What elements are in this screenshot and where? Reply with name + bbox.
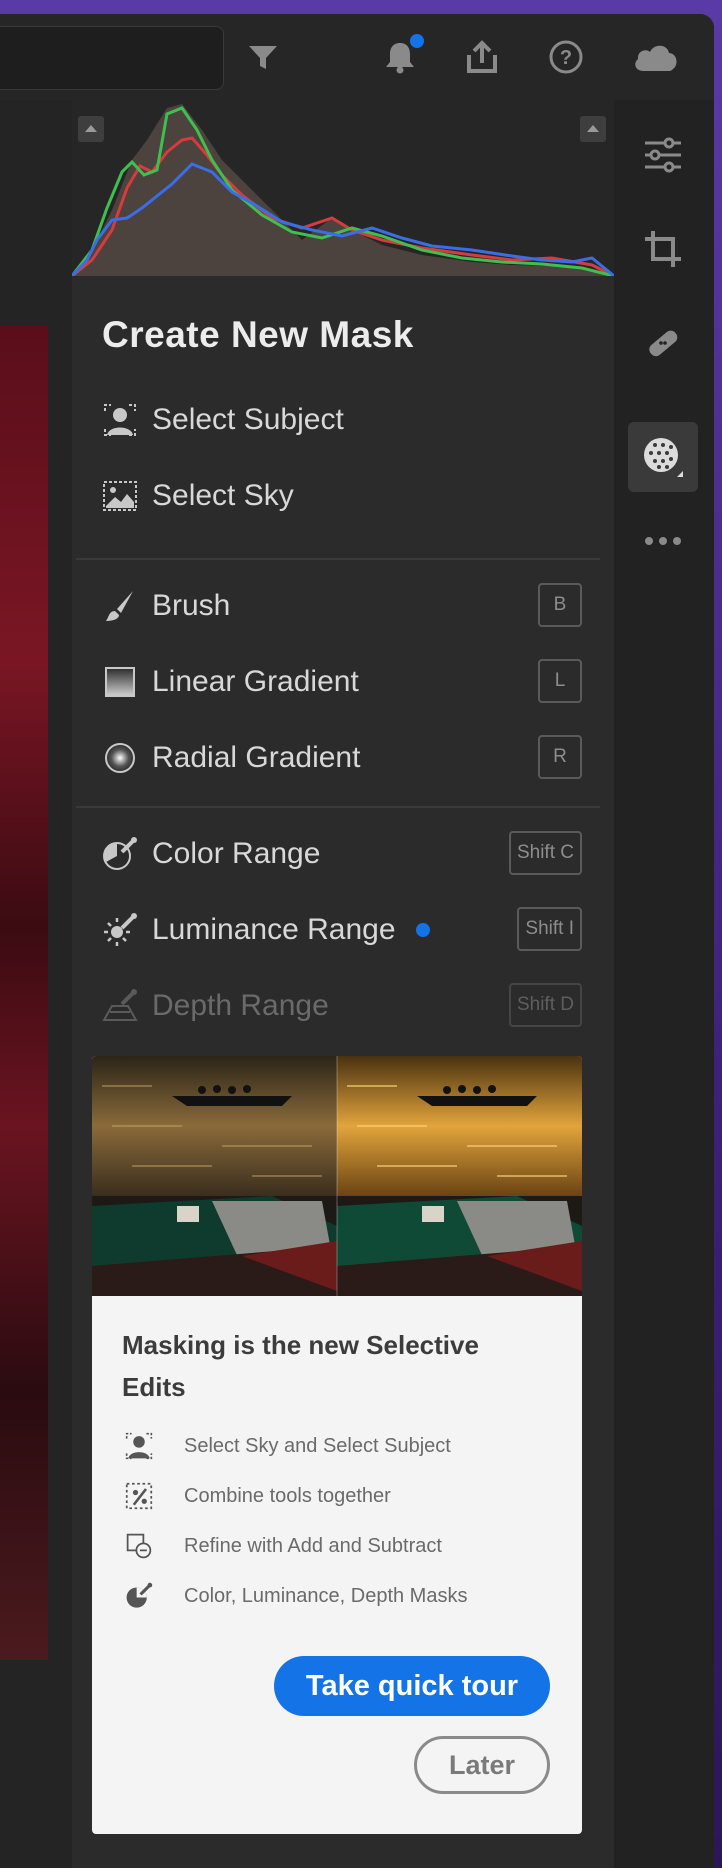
top-bar: ? [0,14,714,100]
linear-gradient-shortcut: L [538,659,582,703]
depth-range-label: Depth Range [152,989,329,1022]
sky-icon [100,476,140,516]
share-icon[interactable] [461,36,503,78]
feature-text: Refine with Add and Subtract [184,1534,442,1557]
new-feature-dot [415,923,430,937]
add-subtract-icon [122,1529,156,1563]
feature-text: Combine tools together [184,1484,391,1507]
masking-icon[interactable] [628,422,698,492]
depth-range-item: Depth Range Shift D [100,976,590,1036]
healing-icon[interactable] [628,308,698,378]
divider [76,806,600,808]
divider [76,558,600,560]
feature-item: Select Sky and Select Subject [122,1426,451,1466]
search-input[interactable] [0,26,224,90]
brush-item[interactable]: Brush B [100,576,590,636]
histogram [72,100,614,276]
luminance-range-item[interactable]: Luminance Range Shift I [100,900,590,960]
radial-gradient-label: Radial Gradient [152,741,361,774]
brush-label: Brush [152,589,231,622]
luminance-range-shortcut: Shift I [517,907,582,951]
color-range-shortcut: Shift C [508,831,582,875]
sliders-icon[interactable] [628,120,698,190]
more-icon[interactable] [628,506,698,576]
app-window: ? Create New Mask Select Subject Select … [0,14,714,1868]
radial-gradient-item[interactable]: Radial Gradient R [100,728,590,788]
feature-item: Combine tools together [122,1476,391,1516]
histogram-graph [72,104,614,276]
color-range-icon [122,1579,156,1613]
select-subject-label: Select Subject [152,403,344,436]
feature-text: Select Sky and Select Subject [184,1434,451,1457]
later-button[interactable]: Later [414,1736,550,1794]
notification-dot [410,34,424,48]
combine-icon [122,1479,156,1513]
cloud-icon[interactable] [630,36,682,78]
feature-text: Color, Luminance, Depth Masks [184,1584,468,1607]
radial-gradient-shortcut: R [538,735,582,779]
select-sky-item[interactable]: Select Sky [100,466,590,526]
take-quick-tour-button[interactable]: Take quick tour [274,1656,550,1716]
depth-range-icon [100,986,140,1026]
feature-item: Refine with Add and Subtract [122,1526,442,1566]
masking-promo-card: Masking is the new Selective Edits Selec… [92,1056,582,1834]
subject-icon [100,400,140,440]
svg-text:?: ? [560,47,572,69]
linear-gradient-label: Linear Gradient [152,665,359,698]
crop-icon[interactable] [628,214,698,284]
brush-icon [100,586,140,626]
promo-title: Masking is the new Selective Edits [122,1330,479,1402]
photo-preview[interactable] [0,326,48,1660]
subject-icon [122,1429,156,1463]
linear-gradient-item[interactable]: Linear Gradient L [100,652,590,712]
select-sky-label: Select Sky [152,479,294,512]
feature-item: Color, Luminance, Depth Masks [122,1576,467,1616]
brush-shortcut: B [538,583,582,627]
select-subject-item[interactable]: Select Subject [100,390,590,450]
color-range-item[interactable]: Color Range Shift C [100,824,590,884]
bell-icon[interactable] [379,34,424,78]
luminance-range-label: Luminance Range [152,913,396,946]
depth-range-shortcut: Shift D [508,983,582,1027]
linear-gradient-icon [100,662,140,702]
radial-gradient-icon [100,738,140,778]
promo-image [92,1056,582,1296]
color-range-icon [100,834,140,874]
filter-icon[interactable] [242,36,284,78]
color-range-label: Color Range [152,837,321,870]
panel-title: Create New Mask [102,314,414,355]
help-icon[interactable]: ? [545,36,587,78]
luminance-range-icon [100,910,140,950]
